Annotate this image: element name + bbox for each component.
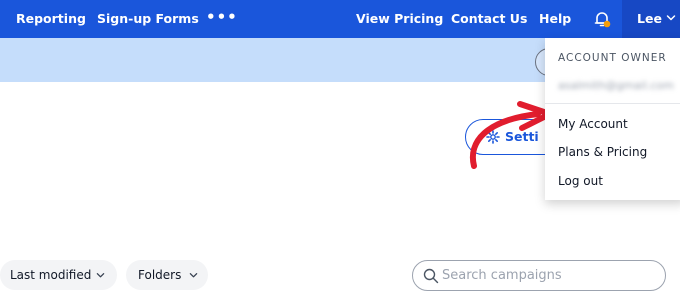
folders-dropdown[interactable]: Folders — [126, 260, 208, 290]
search-box — [412, 260, 666, 291]
user-name: Lee — [637, 11, 662, 26]
nav-item-view-pricing[interactable]: View Pricing — [356, 0, 443, 38]
sort-dropdown[interactable]: Last modified — [0, 260, 117, 290]
search-input[interactable] — [442, 264, 652, 287]
nav-item-contact-us[interactable]: Contact Us — [451, 0, 527, 38]
user-menu-toggle[interactable]: Lee — [622, 0, 680, 38]
sort-label: Last modified — [10, 268, 92, 282]
search-icon — [423, 268, 439, 284]
menu-divider — [545, 103, 680, 104]
menu-item-log-out[interactable]: Log out — [558, 174, 603, 188]
account-owner-heading: ACCOUNT OWNER — [558, 52, 667, 64]
bell-icon[interactable] — [592, 9, 612, 29]
nav-item-signup-forms[interactable]: Sign-up Forms — [97, 0, 199, 38]
folders-label: Folders — [138, 268, 182, 282]
chevron-down-icon — [666, 15, 676, 21]
notification-dot — [603, 20, 611, 28]
chevron-down-icon — [189, 273, 198, 278]
menu-item-plans-pricing[interactable]: Plans & Pricing — [558, 145, 647, 159]
nav-item-reporting[interactable]: Reporting — [16, 0, 86, 38]
account-dropdown-menu: ACCOUNT OWNER asalmith@gmail.com My Acco… — [545, 38, 680, 200]
more-dots-icon[interactable]: ••• — [206, 0, 238, 38]
top-nav-bar: Reporting Sign-up Forms ••• View Pricing… — [0, 0, 680, 38]
account-email: asalmith@gmail.com — [558, 79, 674, 92]
menu-item-my-account[interactable]: My Account — [558, 117, 628, 131]
nav-item-help[interactable]: Help — [539, 0, 571, 38]
chevron-down-icon — [96, 273, 105, 278]
